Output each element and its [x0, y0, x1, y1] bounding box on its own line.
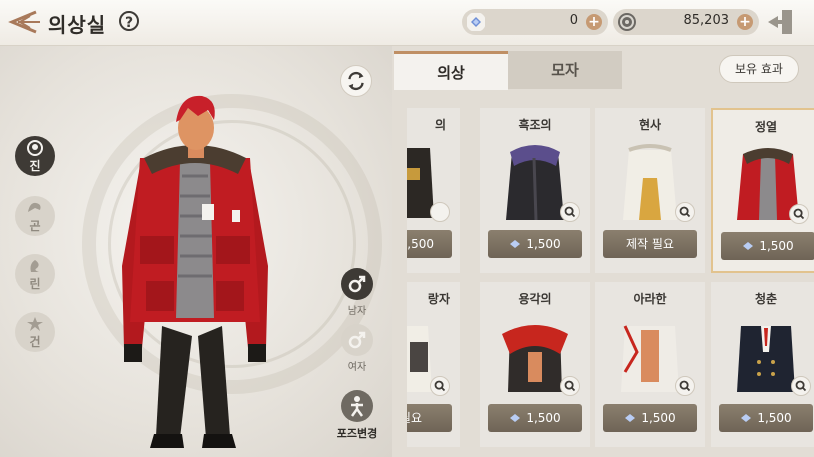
gem-currency: 0 +	[462, 9, 608, 35]
price-button[interactable]: 필요	[407, 404, 452, 432]
zoom-icon[interactable]	[675, 376, 695, 396]
class-button-geon[interactable]: 건	[15, 312, 55, 352]
price-label: 1,500	[407, 237, 434, 251]
costume-name: 현사	[638, 118, 662, 132]
coin-amount: 85,203	[683, 13, 730, 28]
gem-icon	[741, 414, 752, 422]
gem-icon	[467, 13, 485, 31]
class-label-jin: 진	[29, 159, 41, 173]
gem-amount: 0	[569, 13, 578, 28]
zoom-icon[interactable]	[789, 204, 809, 224]
costume-name: 흑조의	[518, 118, 552, 132]
coin-icon	[618, 13, 636, 31]
craft-required-button[interactable]: 제작 필요	[603, 230, 697, 258]
add-gem-button[interactable]: +	[586, 14, 602, 30]
costume-name: 의	[434, 118, 446, 132]
price-button[interactable]: 1,500	[407, 230, 452, 258]
price-button[interactable]: 1,500	[603, 404, 697, 432]
gem-icon	[510, 240, 521, 248]
zoom-icon[interactable]	[430, 376, 450, 396]
costume-card[interactable]: 랑자 필요	[407, 282, 460, 447]
price-label: 제작 필요	[626, 237, 674, 251]
class-button-gon[interactable]: 곤	[15, 196, 55, 236]
zoom-icon[interactable]	[791, 376, 811, 396]
price-button[interactable]: 1,500	[721, 232, 814, 260]
add-coin-button[interactable]: +	[737, 14, 753, 30]
costume-card[interactable]: 용각의 1,500	[480, 282, 590, 447]
price-button[interactable]: 1,500	[488, 404, 582, 432]
gon-class-icon	[28, 202, 41, 212]
costume-name: 랑자	[427, 292, 450, 306]
tab-hat[interactable]: 모자	[508, 51, 622, 89]
class-label-geon: 건	[29, 335, 41, 349]
price-label: 1,500	[526, 411, 561, 425]
female-label: 여자	[347, 362, 367, 373]
character-preview[interactable]: 진 곤 린 건 남자 여자 포즈변경	[0, 46, 392, 457]
costume-name: 아라한	[633, 292, 667, 306]
pose-person-icon	[350, 396, 364, 417]
price-button[interactable]: 1,500	[488, 230, 582, 258]
costume-card[interactable]: 아라한 1,500	[595, 282, 705, 447]
zoom-icon[interactable]	[675, 202, 695, 222]
female-button[interactable]	[341, 324, 373, 356]
class-label-gon: 곤	[29, 219, 41, 233]
gem-icon	[625, 414, 636, 422]
costume-card-selected[interactable]: 정열 1,500	[711, 108, 814, 273]
price-button[interactable]: 1,500	[719, 404, 813, 432]
class-button-lin[interactable]: 린	[15, 254, 55, 294]
lin-class-icon	[30, 260, 39, 272]
price-label: 1,500	[757, 411, 792, 425]
female-icon	[348, 331, 366, 349]
page-title: 의상실	[48, 13, 107, 37]
pose-label: 포즈변경	[336, 427, 378, 440]
pose-button[interactable]	[341, 390, 373, 422]
price-label: 1,500	[526, 237, 561, 251]
male-button[interactable]	[341, 268, 373, 300]
price-label: 1,500	[759, 239, 794, 253]
tab-costume[interactable]: 의상	[394, 51, 508, 90]
zoom-icon[interactable]	[560, 202, 580, 222]
geon-class-icon	[27, 317, 43, 331]
costume-name: 정열	[754, 120, 778, 134]
help-icon[interactable]: ?	[119, 11, 139, 31]
coin-currency: 85,203 +	[613, 9, 759, 35]
zoom-icon[interactable]	[430, 202, 450, 222]
rotate-refresh-icon[interactable]	[340, 65, 372, 97]
costume-grid: 의 1,500 흑조의 1,500 현사 제작	[407, 108, 814, 457]
back-arrow-icon[interactable]	[6, 8, 42, 36]
costume-name: 청춘	[754, 292, 778, 306]
costume-card[interactable]: 현사 제작 필요	[595, 108, 705, 273]
costume-card[interactable]: 흑조의 1,500	[480, 108, 590, 273]
zoom-icon[interactable]	[560, 376, 580, 396]
male-label: 남자	[347, 306, 367, 317]
jin-class-icon	[27, 140, 43, 156]
costume-card[interactable]: 청춘 1,500	[711, 282, 814, 447]
male-icon	[348, 275, 366, 293]
costume-card[interactable]: 의 1,500	[407, 108, 460, 273]
costume-name: 용각의	[518, 292, 552, 306]
price-label: 1,500	[641, 411, 676, 425]
class-label-lin: 린	[29, 277, 41, 291]
price-label: 필요	[407, 411, 422, 425]
character-model	[122, 95, 268, 448]
gem-icon	[510, 414, 521, 422]
exit-icon[interactable]	[764, 8, 796, 36]
costume-panel: 의상 모자 보유 효과 의 1,500 흑조의 1,500 현사	[392, 46, 814, 457]
class-button-jin[interactable]: 진	[15, 136, 55, 176]
gem-icon	[743, 242, 754, 250]
top-bar: 의상실 ? 0 + 85,203 +	[0, 0, 814, 46]
owned-effect-button[interactable]: 보유 효과	[719, 55, 799, 83]
